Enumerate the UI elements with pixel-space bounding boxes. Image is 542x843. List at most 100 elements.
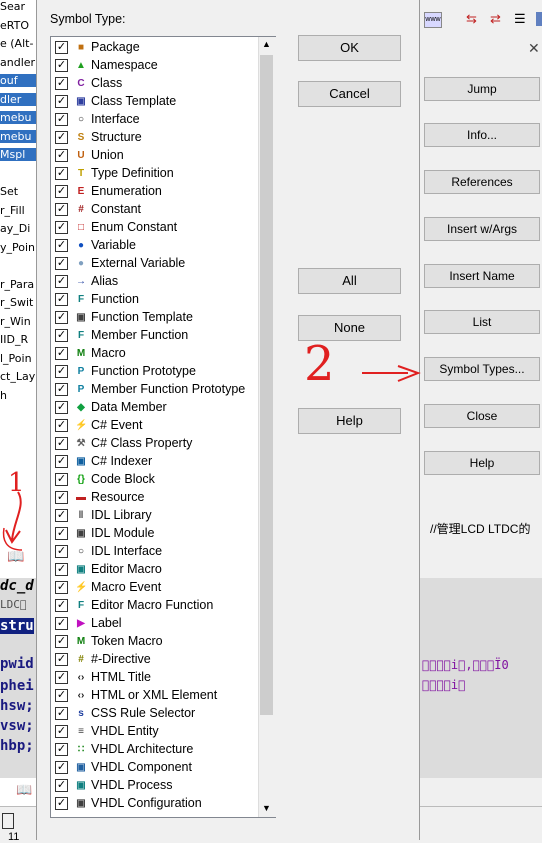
list-item[interactable]: ✓ ○ Interface: [55, 111, 255, 129]
list-item[interactable]: ✓ F Member Function: [55, 327, 255, 345]
checkbox[interactable]: ✓: [55, 527, 68, 540]
list-item[interactable]: ✓ F Function: [55, 291, 255, 309]
status-icon[interactable]: [2, 813, 14, 829]
scrollbar-thumb[interactable]: [260, 55, 273, 715]
checkbox[interactable]: ✓: [55, 329, 68, 342]
list-item[interactable]: ✓ ▶ Label: [55, 615, 255, 633]
side-button-list[interactable]: List: [424, 310, 540, 334]
list-item[interactable]: ✓ M Token Macro: [55, 633, 255, 651]
checkbox[interactable]: ✓: [55, 545, 68, 558]
cancel-button[interactable]: Cancel: [298, 81, 401, 107]
background-list-item[interactable]: l_Poin: [0, 352, 32, 365]
list-item[interactable]: ✓ ‹› HTML Title: [55, 669, 255, 687]
list-item[interactable]: ✓ ▬ Resource: [55, 489, 255, 507]
list-item[interactable]: ✓ ▣ Function Template: [55, 309, 255, 327]
background-list-item[interactable]: h: [0, 389, 7, 402]
checkbox[interactable]: ✓: [55, 185, 68, 198]
help-button[interactable]: Help: [298, 408, 401, 434]
background-list-item[interactable]: ct_Lay: [0, 370, 35, 383]
checkbox[interactable]: ✓: [55, 707, 68, 720]
background-list-item[interactable]: r_Para: [0, 278, 34, 291]
list-item[interactable]: ✓ ◆ Data Member: [55, 399, 255, 417]
list-item[interactable]: ✓ # #-Directive: [55, 651, 255, 669]
background-list-item[interactable]: e (Alt-: [0, 37, 33, 50]
checkbox[interactable]: ✓: [55, 743, 68, 756]
background-list-item[interactable]: Sear: [0, 0, 25, 13]
side-button-insert-name[interactable]: Insert Name: [424, 264, 540, 288]
checkbox[interactable]: ✓: [55, 365, 68, 378]
list-item[interactable]: ✓ ■ Package: [55, 39, 255, 57]
checkbox[interactable]: ✓: [55, 383, 68, 396]
list-item[interactable]: ✓ ≡ VHDL Entity: [55, 723, 255, 741]
checkbox[interactable]: ✓: [55, 77, 68, 90]
list-item[interactable]: ✓ T Type Definition: [55, 165, 255, 183]
list-item[interactable]: ✓ s CSS Rule Selector: [55, 705, 255, 723]
background-list-item[interactable]: r_Fill: [0, 204, 25, 217]
checkbox[interactable]: ✓: [55, 59, 68, 72]
checkbox[interactable]: ✓: [55, 311, 68, 324]
checkbox[interactable]: ✓: [55, 221, 68, 234]
list-item[interactable]: ✓ ● External Variable: [55, 255, 255, 273]
background-list-item[interactable]: eRTO: [0, 19, 29, 32]
list-item[interactable]: ✓ ‹› HTML or XML Element: [55, 687, 255, 705]
background-list-item[interactable]: r_Swit: [0, 296, 33, 309]
side-button-close[interactable]: Close: [424, 404, 540, 428]
list-item[interactable]: ✓ □ Enum Constant: [55, 219, 255, 237]
checkbox[interactable]: ✓: [55, 203, 68, 216]
list-item[interactable]: ✓ ⚡ C# Event: [55, 417, 255, 435]
checkbox[interactable]: ✓: [55, 509, 68, 522]
toolbar-grid-icon[interactable]: [536, 12, 542, 26]
checkbox[interactable]: ✓: [55, 113, 68, 126]
checkbox[interactable]: ✓: [55, 689, 68, 702]
background-list-item[interactable]: Set: [0, 185, 18, 198]
checkbox[interactable]: ✓: [55, 617, 68, 630]
book-icon[interactable]: 📖: [7, 548, 24, 565]
side-button-insert-w-args[interactable]: Insert w/Args: [424, 217, 540, 241]
list-item[interactable]: ✓ ∷ VHDL Architecture: [55, 741, 255, 759]
checkbox[interactable]: ✓: [55, 401, 68, 414]
side-button-info[interactable]: Info...: [424, 123, 540, 147]
background-list-item[interactable]: dler: [0, 92, 36, 106]
checkbox[interactable]: ✓: [55, 167, 68, 180]
checkbox[interactable]: ✓: [55, 671, 68, 684]
checkbox[interactable]: ✓: [55, 581, 68, 594]
list-item[interactable]: ✓ ▲ Namespace: [55, 57, 255, 75]
all-button[interactable]: All: [298, 268, 401, 294]
checkbox[interactable]: ✓: [55, 797, 68, 810]
background-list-item[interactable]: ay_Di: [0, 222, 30, 235]
symbol-type-list[interactable]: ✓ ■ Package ✓ ▲ Namespace ✓ C Class ✓ ▣ Class Templ…: [50, 36, 276, 818]
background-list-item[interactable]: Mspl: [0, 148, 36, 161]
background-list-item[interactable]: mebu: [0, 111, 36, 124]
list-item[interactable]: ✓ # Constant: [55, 201, 255, 219]
background-list-item[interactable]: ouf: [0, 74, 36, 87]
status-book-icon[interactable]: 📖: [16, 782, 32, 798]
checkbox[interactable]: ✓: [55, 131, 68, 144]
checkbox[interactable]: ✓: [55, 455, 68, 468]
side-button-jump[interactable]: Jump: [424, 77, 540, 101]
checkbox[interactable]: ✓: [55, 761, 68, 774]
side-button-symbol-types[interactable]: Symbol Types...: [424, 357, 540, 381]
checkbox[interactable]: ✓: [55, 725, 68, 738]
checkbox[interactable]: ✓: [55, 437, 68, 450]
background-list-item[interactable]: mebu: [0, 129, 36, 143]
list-item[interactable]: ✓ ▣ VHDL Process: [55, 777, 255, 795]
list-item[interactable]: ✓ ▣ Editor Macro: [55, 561, 255, 579]
list-item[interactable]: ✓ ▣ VHDL Configuration: [55, 795, 255, 813]
checkbox[interactable]: ✓: [55, 95, 68, 108]
checkbox[interactable]: ✓: [55, 347, 68, 360]
background-list-item[interactable]: IID_R: [0, 333, 28, 346]
checkbox[interactable]: ✓: [55, 653, 68, 666]
checkbox[interactable]: ✓: [55, 491, 68, 504]
list-item[interactable]: ✓ M Macro: [55, 345, 255, 363]
list-item[interactable]: ✓ S Structure: [55, 129, 255, 147]
list-item[interactable]: ✓ C Class: [55, 75, 255, 93]
checkbox[interactable]: ✓: [55, 635, 68, 648]
checkbox[interactable]: ✓: [55, 239, 68, 252]
www-icon[interactable]: www: [424, 12, 442, 28]
list-item[interactable]: ✓ → Alias: [55, 273, 255, 291]
list-item[interactable]: ✓ U Union: [55, 147, 255, 165]
list-item[interactable]: ✓ {} Code Block: [55, 471, 255, 489]
list-item[interactable]: ✓ ⚡ Macro Event: [55, 579, 255, 597]
scroll-up-icon[interactable]: ▲: [262, 39, 271, 49]
checkbox[interactable]: ✓: [55, 779, 68, 792]
